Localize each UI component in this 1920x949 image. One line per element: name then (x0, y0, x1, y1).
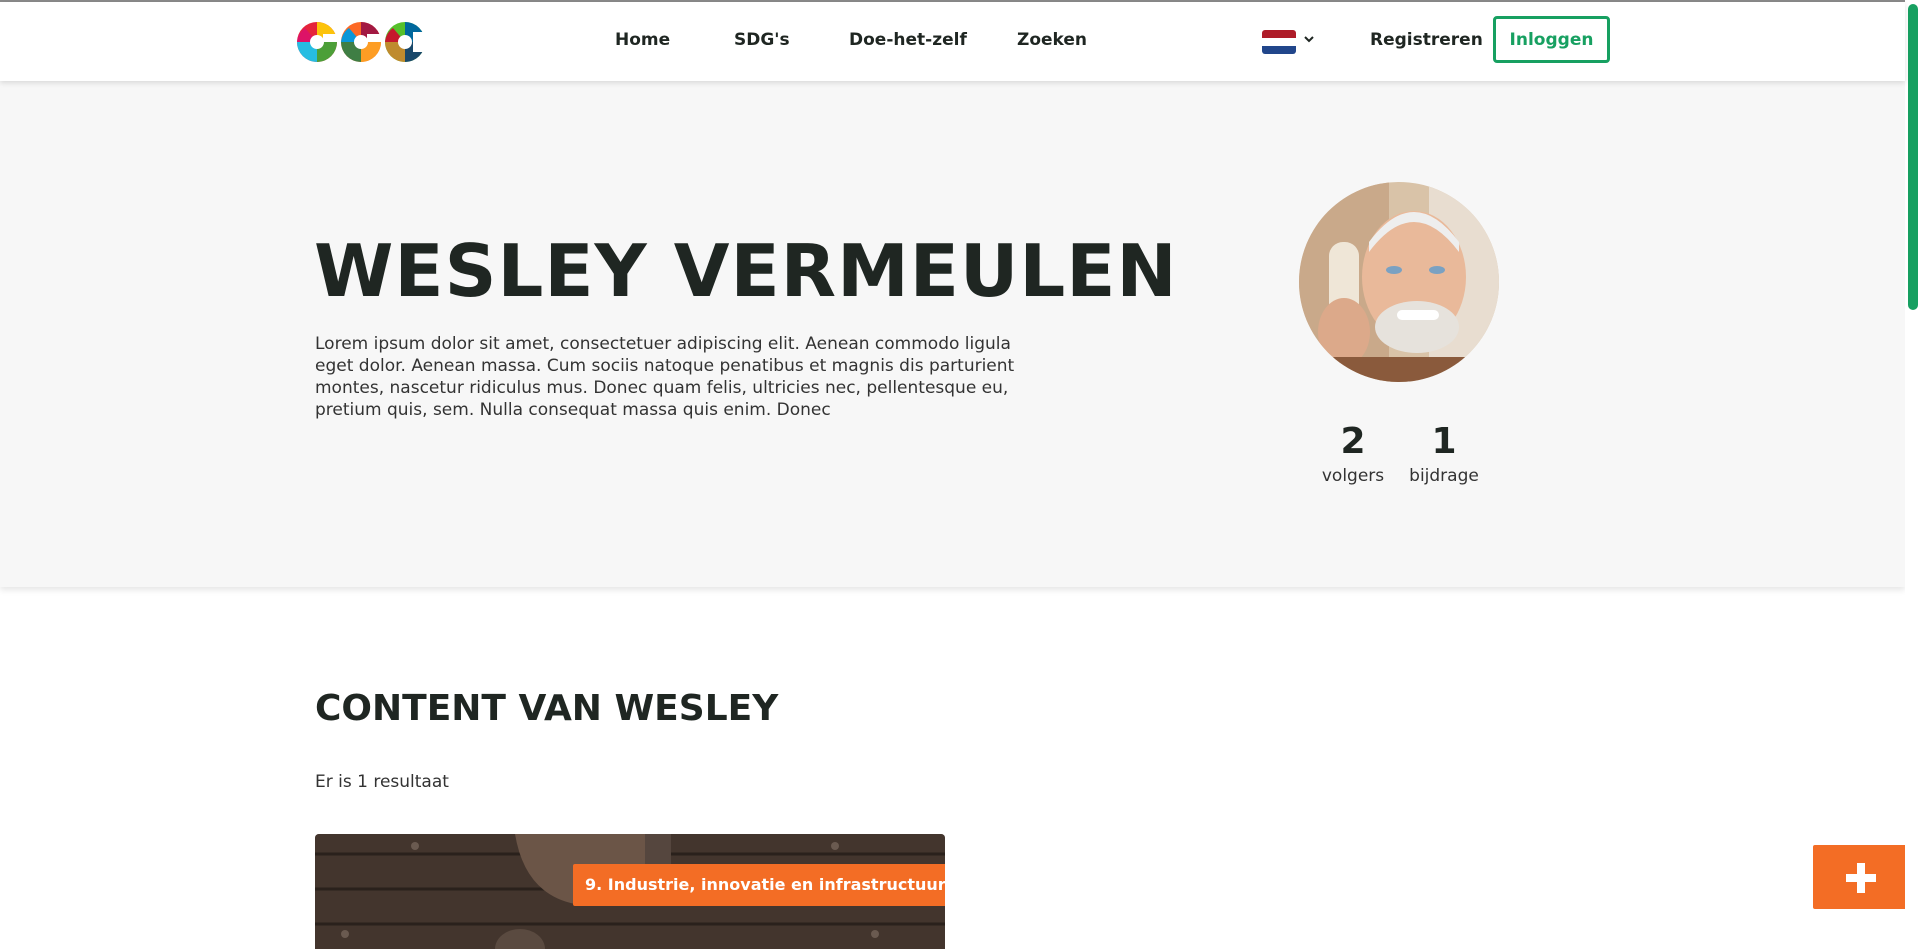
language-selector[interactable] (1262, 29, 1314, 55)
contributions-label: bijdrage (1409, 466, 1479, 486)
site-header: Home SDG's Doe-het-zelf Zoeken Registrer… (0, 2, 1905, 81)
plus-icon (1846, 863, 1876, 893)
nav-sdgs[interactable]: SDG's (734, 30, 790, 50)
followers-stat: 2 volgers (1308, 421, 1398, 487)
content-section-title: CONTENT VAN WESLEY (315, 688, 779, 729)
nav-zoeken[interactable]: Zoeken (1017, 30, 1087, 50)
profile-bio: Lorem ipsum dolor sit amet, consectetuer… (315, 334, 1015, 420)
add-content-button[interactable] (1813, 845, 1907, 909)
profile-avatar (1299, 182, 1499, 382)
login-button[interactable]: Inloggen (1493, 16, 1610, 63)
nav-home[interactable]: Home (615, 30, 670, 50)
profile-hero: WESLEY VERMEULEN Lorem ipsum dolor sit a… (0, 81, 1905, 587)
nav-doe-het-zelf[interactable]: Doe-het-zelf (849, 30, 967, 50)
logo-letter-g1 (297, 22, 337, 62)
register-link[interactable]: Registreren (1370, 30, 1483, 50)
sdg-badge[interactable]: 9. Industrie, innovatie en infrastructuu… (573, 864, 945, 906)
result-count: Er is 1 resultaat (315, 772, 449, 792)
chevron-down-icon (1304, 36, 1314, 43)
scrollbar-thumb[interactable] (1908, 4, 1918, 310)
content-card[interactable]: 9. Industrie, innovatie en infrastructuu… (315, 834, 945, 949)
site-logo[interactable] (295, 20, 427, 64)
netherlands-flag-icon (1262, 30, 1296, 54)
contributions-stat: 1 bijdrage (1399, 421, 1489, 487)
profile-name: WESLEY VERMEULEN (314, 229, 1178, 313)
followers-label: volgers (1321, 466, 1385, 486)
contributions-count: 1 (1431, 421, 1457, 462)
followers-count: 2 (1340, 421, 1366, 462)
